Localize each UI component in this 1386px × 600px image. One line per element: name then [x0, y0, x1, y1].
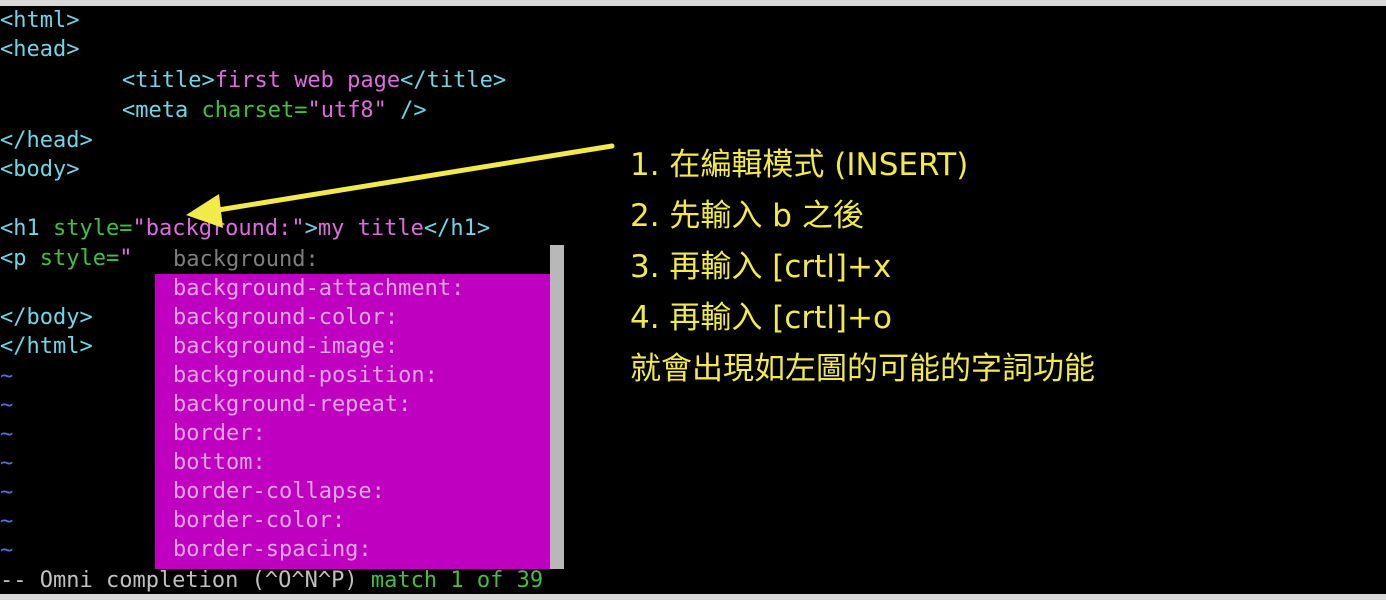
- terminal-window[interactable]: <html> <head> <title>first web page</tit…: [0, 6, 1386, 594]
- annotation-step-3: 3. 再輸入 [crtl]+x: [630, 249, 892, 285]
- annotation-notes: 1. 在編輯模式 (INSERT) 2. 先輸入 b 之後 3. 再輸入 [cr…: [630, 140, 1095, 395]
- annotation-summary: 就會出現如左圖的可能的字詞功能: [630, 351, 1095, 387]
- annotation-step-4: 4. 再輸入 [crtl]+o: [630, 300, 892, 336]
- annotation-step-1: 1. 在編輯模式 (INSERT): [630, 147, 969, 183]
- annotation-step-2: 2. 先輸入 b 之後: [630, 198, 864, 234]
